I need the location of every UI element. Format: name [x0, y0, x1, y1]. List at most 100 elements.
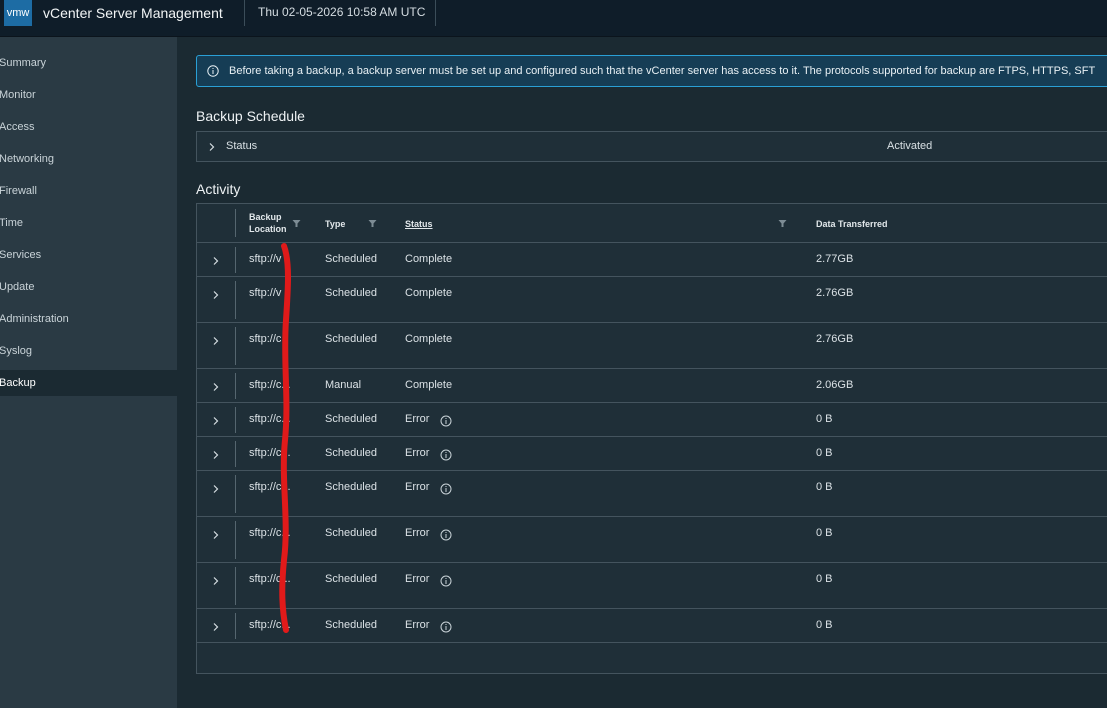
schedule-status-value: Activated — [887, 140, 933, 152]
cell-type: Scheduled — [325, 619, 377, 631]
column-header-text: Location — [249, 224, 287, 234]
table-row[interactable]: sftp://c... Scheduled Error 0 B — [197, 403, 1107, 437]
sidebar-item-backup[interactable]: Backup — [0, 370, 177, 396]
sidebar-item-label: Access — [0, 121, 35, 133]
error-info-icon[interactable] — [440, 621, 452, 633]
column-separator — [235, 613, 236, 639]
sidebar-item-label: Firewall — [0, 185, 37, 197]
backup-schedule-panel[interactable]: Status Activated — [196, 131, 1107, 162]
column-separator — [235, 327, 236, 365]
error-info-icon[interactable] — [440, 483, 452, 495]
column-separator — [235, 373, 236, 399]
vmware-logo: vmw — [4, 0, 32, 26]
table-row[interactable]: sftp://v Scheduled Complete 2.77GB — [197, 243, 1107, 277]
error-info-icon[interactable] — [440, 449, 452, 461]
column-header-text: Backup — [249, 212, 282, 222]
sidebar-item-services[interactable]: Services — [0, 242, 177, 268]
chevron-right-icon[interactable] — [211, 530, 221, 540]
backup-schedule-title: Backup Schedule — [196, 108, 305, 124]
cell-type: Scheduled — [325, 253, 377, 265]
sidebar-item-update[interactable]: Update — [0, 274, 177, 300]
cell-data-transferred: 0 B — [816, 573, 833, 585]
table-row[interactable]: sftp://c... Scheduled Error 0 B — [197, 609, 1107, 643]
sidebar-item-access[interactable]: Access — [0, 114, 177, 140]
cell-backup-location: sftp://c... — [249, 379, 291, 391]
cell-backup-location: sftp://c... — [249, 481, 291, 493]
column-separator — [235, 521, 236, 559]
column-header-status[interactable]: Status — [405, 218, 433, 230]
sidebar-item-label: Update — [0, 281, 35, 293]
sidebar-item-label: Networking — [0, 153, 55, 165]
chevron-right-icon[interactable] — [211, 576, 221, 586]
column-header-data-transferred[interactable]: Data Transferred — [816, 218, 888, 230]
chevron-right-icon[interactable] — [211, 484, 221, 494]
sidebar-item-monitor[interactable]: Monitor — [0, 82, 177, 108]
cell-type: Scheduled — [325, 527, 377, 539]
sidebar-item-summary[interactable]: Summary — [0, 50, 177, 76]
alert-text: Before taking a backup, a backup server … — [229, 65, 1096, 77]
filter-icon[interactable] — [368, 219, 377, 228]
sidebar-item-firewall[interactable]: Firewall — [0, 178, 177, 204]
chevron-right-icon[interactable] — [211, 290, 221, 300]
sidebar-item-label: Syslog — [0, 345, 33, 357]
sidebar-item-administration[interactable]: Administration — [0, 306, 177, 332]
sidebar-item-networking[interactable]: Networking — [0, 146, 177, 172]
chevron-right-icon[interactable] — [211, 416, 221, 426]
cell-backup-location: sftp://c... — [249, 619, 291, 631]
sidebar-item-syslog[interactable]: Syslog — [0, 338, 177, 364]
schedule-status-label: Status — [226, 140, 258, 152]
column-separator — [235, 281, 236, 319]
cell-status: Error — [405, 413, 430, 425]
header-divider — [244, 0, 245, 26]
cell-backup-location: sftp://c... — [249, 527, 291, 539]
column-header-backup-location[interactable]: Backup Location — [249, 211, 287, 235]
table-row[interactable]: sftp://c... Scheduled Error 0 B — [197, 437, 1107, 471]
filter-icon[interactable] — [778, 219, 787, 228]
filter-icon[interactable] — [292, 219, 301, 228]
column-separator — [235, 247, 236, 273]
cell-data-transferred: 0 B — [816, 413, 833, 425]
cell-status: Complete — [405, 379, 453, 391]
cell-data-transferred: 2.76GB — [816, 287, 854, 299]
cell-type: Scheduled — [325, 413, 377, 425]
cell-type: Scheduled — [325, 481, 377, 493]
cell-backup-location: sftp://c — [249, 333, 282, 345]
cell-type: Scheduled — [325, 333, 377, 345]
cell-status: Complete — [405, 287, 453, 299]
sidebar-item-label: Time — [0, 217, 24, 229]
sidebar-item-label: Administration — [0, 313, 69, 325]
header-datetime: Thu 02-05-2026 10:58 AM UTC — [258, 5, 426, 19]
chevron-right-icon[interactable] — [211, 382, 221, 392]
table-row[interactable]: sftp://c... Scheduled Error 0 B — [197, 563, 1107, 609]
chevron-right-icon[interactable] — [211, 622, 221, 632]
table-row[interactable]: sftp://c... Scheduled Error 0 B — [197, 471, 1107, 517]
info-circle-icon — [207, 65, 219, 77]
sidebar-item-label: Services — [0, 249, 42, 261]
cell-type: Manual — [325, 379, 362, 391]
sidebar-nav: Summary Monitor Access Networking Firewall Ti… — [0, 37, 177, 708]
table-row[interactable]: sftp://c... Manual Complete 2.06GB — [197, 369, 1107, 403]
header-divider — [435, 0, 436, 26]
cell-status: Error — [405, 481, 430, 493]
table-row[interactable]: sftp://v Scheduled Complete 2.76GB — [197, 277, 1107, 323]
sidebar-item-label: Monitor — [0, 89, 36, 101]
sidebar-item-label: Backup — [0, 377, 36, 389]
error-info-icon[interactable] — [440, 529, 452, 541]
cell-data-transferred: 0 B — [816, 619, 833, 631]
table-row[interactable]: sftp://c... Scheduled Error 0 B — [197, 517, 1107, 563]
table-row[interactable]: sftp://c Scheduled Complete 2.76GB — [197, 323, 1107, 369]
cell-status: Error — [405, 527, 430, 539]
error-info-icon[interactable] — [440, 415, 452, 427]
cell-status: Complete — [405, 333, 453, 345]
cell-backup-location: sftp://v — [249, 253, 282, 265]
cell-backup-location: sftp://c... — [249, 447, 291, 459]
cell-data-transferred: 0 B — [816, 447, 833, 459]
column-header-type[interactable]: Type — [325, 218, 345, 230]
error-info-icon[interactable] — [440, 575, 452, 587]
chevron-right-icon[interactable] — [211, 336, 221, 346]
chevron-right-icon[interactable] — [207, 142, 217, 152]
sidebar-item-time[interactable]: Time — [0, 210, 177, 236]
chevron-right-icon[interactable] — [211, 450, 221, 460]
chevron-right-icon[interactable] — [211, 256, 221, 266]
cell-status: Error — [405, 573, 430, 585]
